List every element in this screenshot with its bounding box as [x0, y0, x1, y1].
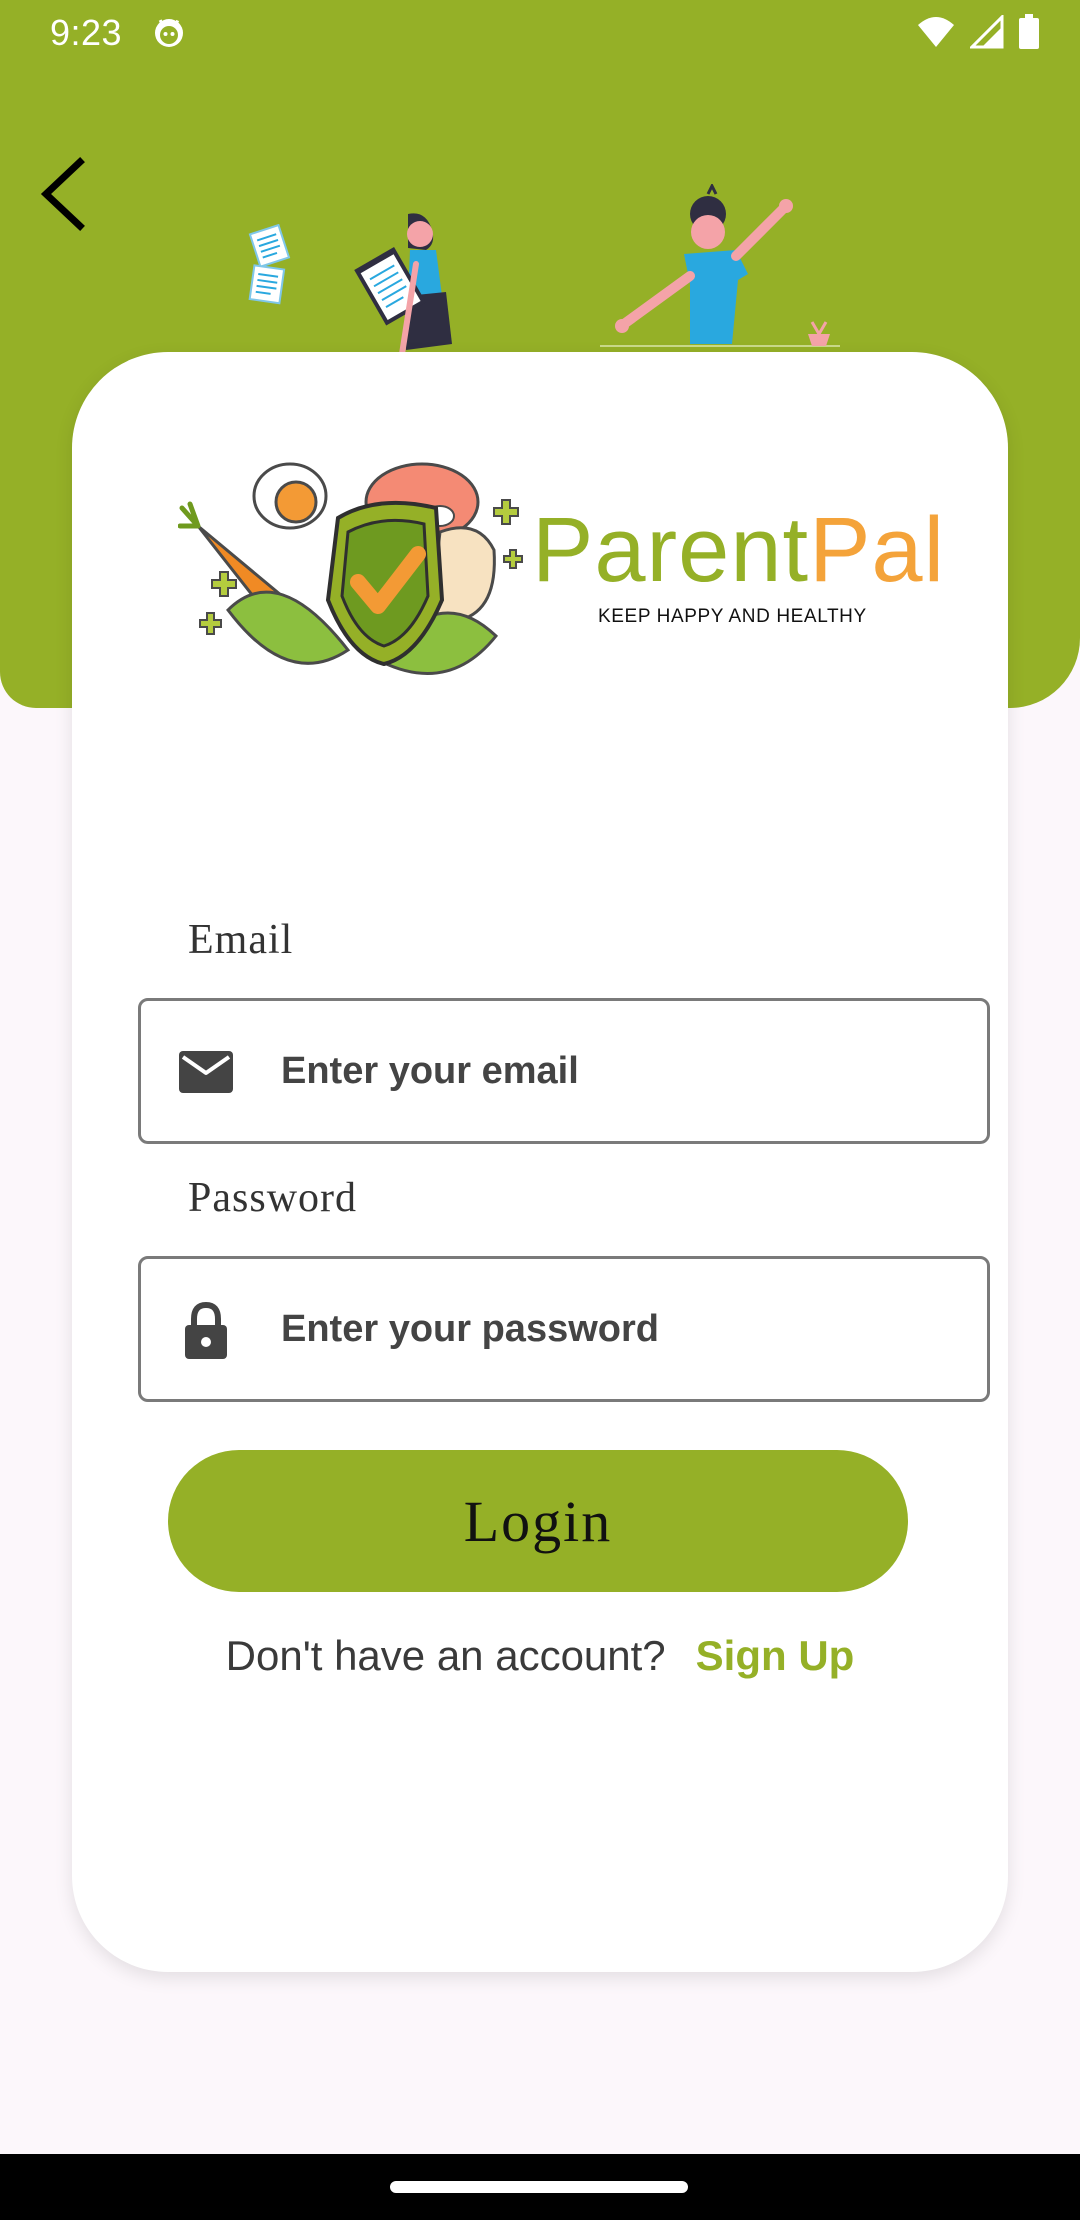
password-field[interactable] [138, 1256, 990, 1402]
signup-link[interactable]: Sign Up [696, 1632, 855, 1680]
status-bar: 9:23 [0, 0, 1080, 66]
android-app-icon [152, 16, 186, 55]
wifi-icon [916, 15, 956, 54]
status-time: 9:23 [50, 12, 123, 53]
home-gesture-handle[interactable] [390, 2181, 688, 2193]
brand-part-2: Pal [809, 499, 946, 601]
email-label: Email [188, 917, 294, 963]
status-icons [916, 13, 1040, 55]
documents-illustration [248, 224, 291, 305]
signup-row: Don't have an account? Sign Up [0, 1632, 1080, 1680]
email-input[interactable] [281, 1001, 961, 1141]
password-label: Password [188, 1175, 358, 1221]
woman-waving-illustration [600, 184, 840, 347]
cell-signal-icon [968, 13, 1004, 54]
signup-prompt: Don't have an account? [225, 1632, 666, 1679]
chevron-left-icon [40, 157, 85, 231]
envelope-icon [179, 1051, 233, 1093]
password-input[interactable] [281, 1259, 961, 1399]
lock-icon [185, 1301, 227, 1359]
back-button[interactable] [36, 156, 92, 232]
login-button[interactable]: Login [168, 1450, 908, 1592]
brand-tagline: KEEP HAPPY AND HEALTHY [598, 606, 867, 627]
woman-with-clipboard-illustration [354, 213, 452, 357]
system-nav-bar [0, 2154, 1080, 2220]
brand-wordmark: ParentPal [532, 504, 945, 596]
email-field[interactable] [138, 998, 990, 1144]
battery-icon [1018, 14, 1040, 55]
brand-part-1: Parent [532, 499, 810, 601]
